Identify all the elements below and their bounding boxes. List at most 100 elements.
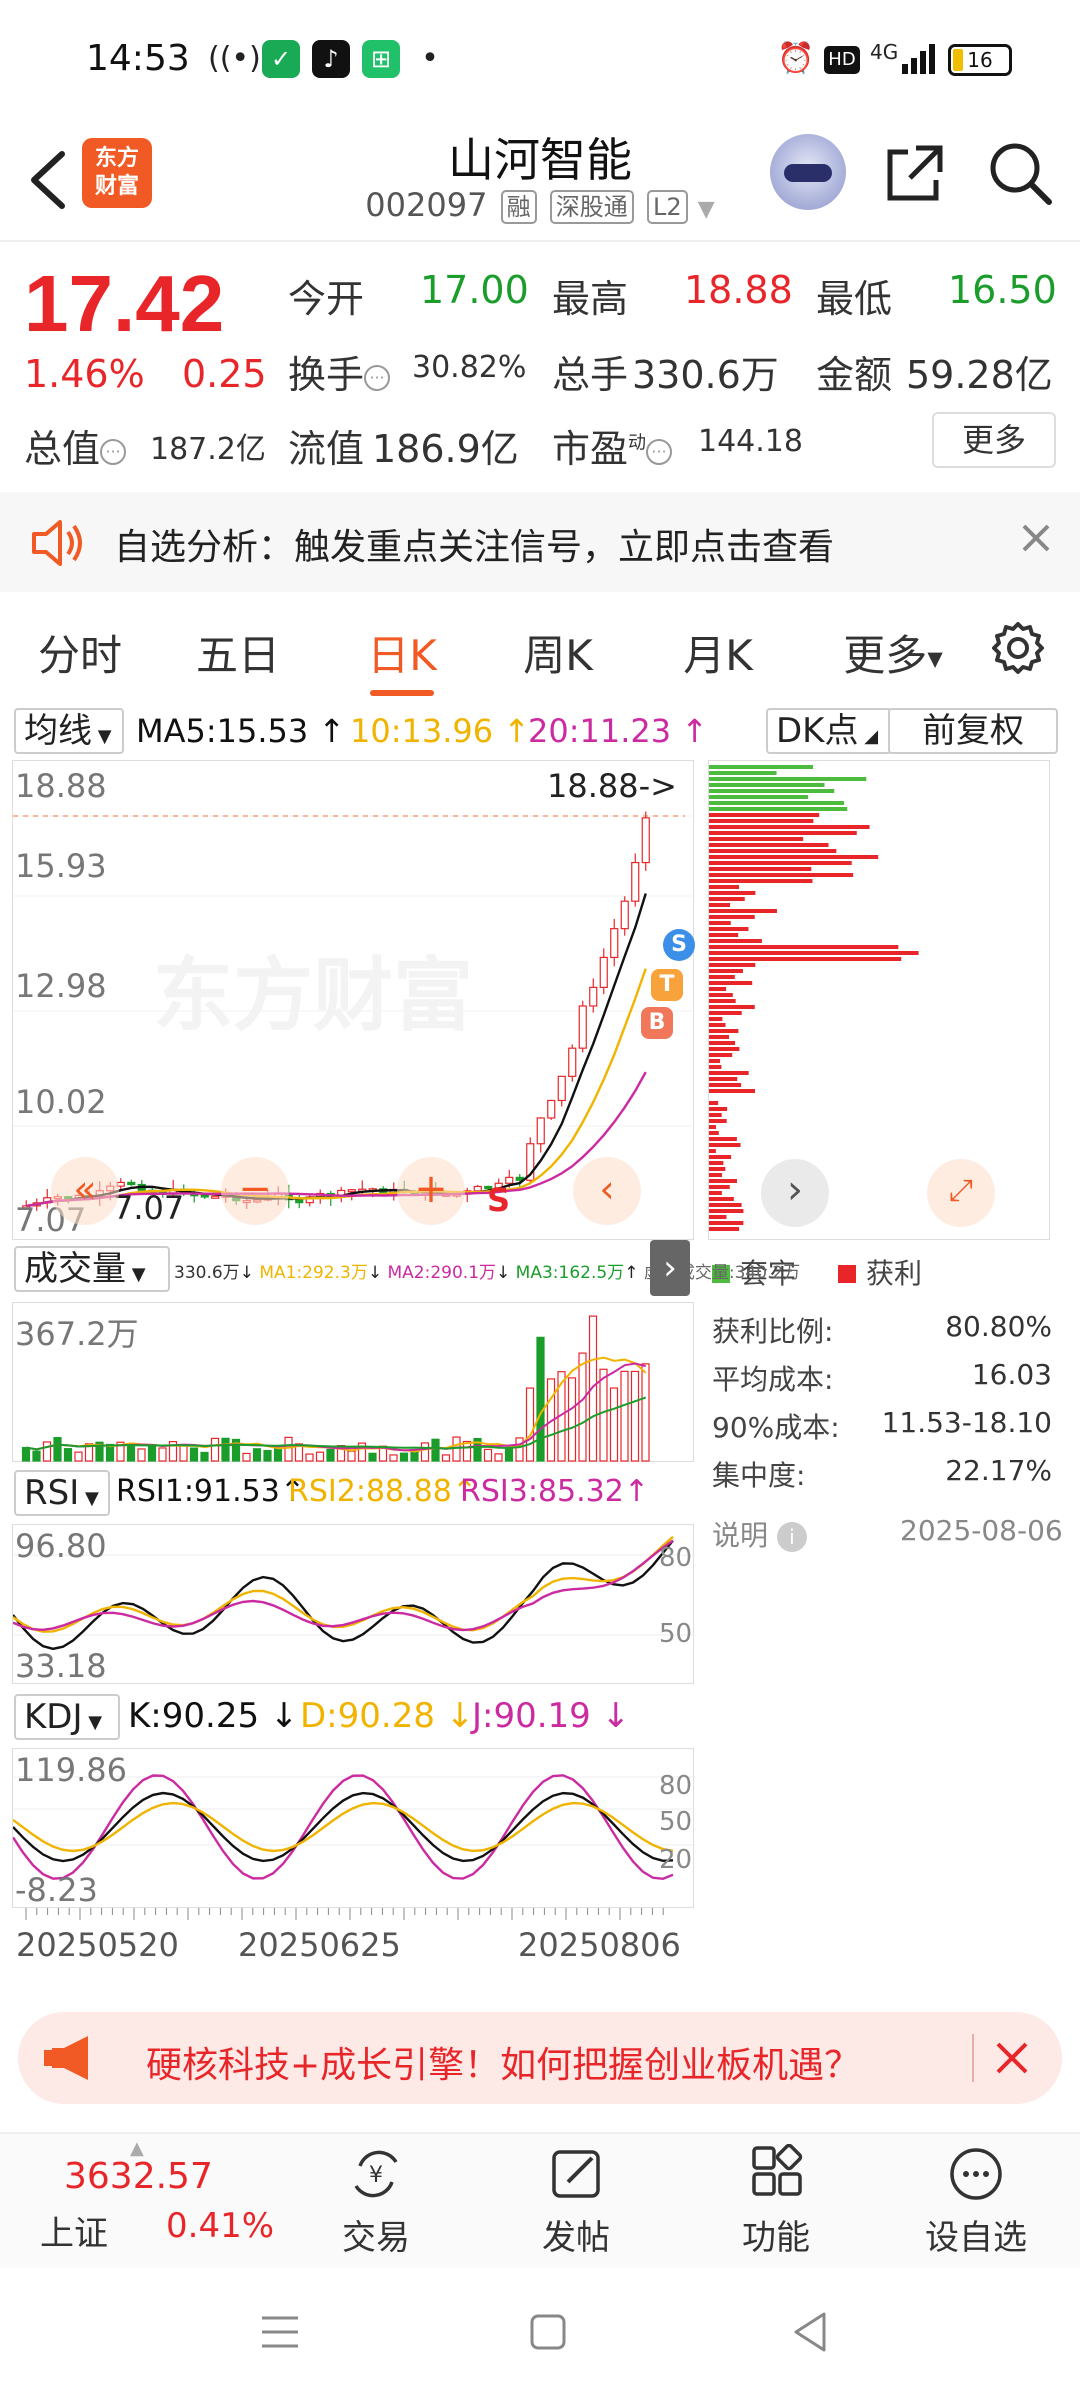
back-nav-icon[interactable] xyxy=(790,2310,830,2354)
trade-button[interactable]: ¥ 交易 xyxy=(306,2144,446,2259)
index-percent[interactable]: 0.41% xyxy=(166,2206,274,2246)
post-button[interactable]: 发帖 xyxy=(506,2144,646,2259)
candle-body xyxy=(295,1199,304,1204)
legend-profit: 获利 xyxy=(838,1252,922,1292)
chip-bar xyxy=(709,1005,755,1009)
zoom-in-icon[interactable]: + xyxy=(397,1157,465,1225)
index-value[interactable]: 3632.57 xyxy=(64,2156,213,2197)
watermark: 东方财富 xyxy=(153,949,473,1042)
info-icon: ··· xyxy=(646,438,673,465)
rsi2-line xyxy=(13,1535,674,1633)
dk-point-selector[interactable]: DK点 ◢ xyxy=(766,708,892,754)
volume-bar xyxy=(252,1448,262,1462)
volume-bar xyxy=(284,1436,293,1462)
hd-icon: HD xyxy=(824,46,860,74)
float-cap-value: 186.9亿 xyxy=(372,427,519,471)
stock-code-row[interactable]: 002097 融 深股通 L2 ▼ xyxy=(340,186,740,224)
gear-icon[interactable] xyxy=(990,620,1046,676)
home-icon[interactable] xyxy=(528,2312,568,2352)
chip-bar xyxy=(709,813,820,817)
note-link[interactable]: 说明 i xyxy=(712,1514,807,1554)
volume-bar xyxy=(32,1450,41,1462)
next-icon[interactable]: › xyxy=(761,1159,829,1227)
search-icon[interactable] xyxy=(985,138,1055,208)
volume-bar xyxy=(483,1448,493,1462)
more-button[interactable]: 更多 xyxy=(932,412,1056,468)
volume-selector[interactable]: 成交量 ▼ xyxy=(14,1246,170,1292)
kdj-level-50: 50 xyxy=(659,1807,693,1837)
rsi-selector[interactable]: RSI ▼ xyxy=(14,1470,110,1516)
dot-icon: • xyxy=(421,41,439,76)
rsi-level-80: 80 xyxy=(659,1543,693,1573)
volume-bar xyxy=(420,1442,430,1462)
signal-s-badge[interactable]: S xyxy=(663,929,695,961)
tab-intraday[interactable]: 分时 xyxy=(10,622,150,683)
close-icon[interactable] xyxy=(988,2034,1036,2082)
kline-chart[interactable]: 东方财富 18.88 15.93 12.98 10.02 7.07 18.88-… xyxy=(12,760,695,1240)
volume-bar xyxy=(368,1452,377,1462)
ma10-value: 10:13.96 ↑ xyxy=(350,712,531,750)
wireless-icon: ((•)) xyxy=(208,41,273,76)
chip-bar xyxy=(709,1071,749,1075)
x-label-2: 20250625 xyxy=(238,1926,401,1964)
kdj-level-20: 20 xyxy=(659,1845,693,1875)
ai-assistant-icon[interactable] xyxy=(770,134,846,210)
adjust-selector[interactable]: 前复权 xyxy=(888,708,1058,754)
chip-bar xyxy=(709,1137,737,1141)
profit-ratio-value: 80.80% xyxy=(945,1310,1052,1343)
functions-button[interactable]: 功能 xyxy=(706,2143,846,2259)
chip-bar xyxy=(709,765,814,769)
expand-icon[interactable]: ⤢ xyxy=(927,1159,995,1227)
kdj-selector[interactable]: KDJ ▼ xyxy=(14,1694,120,1740)
menu-icon[interactable] xyxy=(258,2312,302,2352)
index-name[interactable]: 上证 xyxy=(40,2206,108,2255)
chip-bar xyxy=(709,927,749,931)
info-icon: ··· xyxy=(100,438,127,465)
back-icon[interactable] xyxy=(20,140,80,220)
tab-weekly-k[interactable]: 周K xyxy=(488,622,628,683)
fast-back-icon[interactable]: « xyxy=(51,1157,119,1225)
ad-banner[interactable]: 硬核科技+成长引擎！如何把握创业板机遇？ xyxy=(18,2012,1062,2104)
candle-body xyxy=(347,1189,356,1193)
tag-connect: 深股通 xyxy=(549,190,634,224)
tab-more[interactable]: 更多▼ xyxy=(818,622,968,683)
chip-bar xyxy=(709,981,753,985)
add-watchlist-button[interactable]: 设自选 xyxy=(906,2144,1046,2259)
tag-level2: L2 xyxy=(646,190,688,224)
expand-panel-icon[interactable]: › xyxy=(650,1240,690,1296)
volume-bar xyxy=(315,1451,325,1462)
ma-selector[interactable]: 均线 ▼ xyxy=(14,708,124,754)
chip-bar xyxy=(709,1083,742,1087)
volume-bar xyxy=(525,1387,535,1462)
volume-bar xyxy=(452,1436,461,1462)
tab-monthly-k[interactable]: 月K xyxy=(648,622,788,683)
volume-bar xyxy=(441,1454,451,1462)
volume-bar xyxy=(399,1452,409,1462)
chip-bar xyxy=(709,807,848,811)
zoom-out-icon[interactable]: − xyxy=(221,1157,289,1225)
rsi1-line xyxy=(13,1539,674,1651)
volume-value: 330.6万 xyxy=(632,353,779,397)
dropdown-triangle-icon: ▼ xyxy=(79,1488,99,1509)
alert-banner[interactable]: 自选分析：触发重点关注信号，立即点击查看 xyxy=(0,492,1080,592)
grid-icon xyxy=(746,2143,806,2204)
signal-b-badge[interactable]: B xyxy=(641,1007,673,1039)
chip-bar xyxy=(709,1185,730,1189)
rsi3-value: RSI3:85.32↑ xyxy=(460,1474,649,1509)
prev-icon[interactable]: ‹ xyxy=(573,1157,641,1225)
volume-bar xyxy=(53,1437,62,1462)
high-value: 18.88 xyxy=(684,268,793,312)
share-icon[interactable] xyxy=(880,138,950,208)
y-label-4: 10.02 xyxy=(15,1083,107,1121)
rsi2-value: RSI2:88.88↑ xyxy=(288,1474,477,1509)
signal-t-badge[interactable]: T xyxy=(651,969,683,1001)
tab-daily-k[interactable]: 日K xyxy=(332,622,472,683)
tab-five-day[interactable]: 五日 xyxy=(168,622,308,683)
tag-margin: 融 xyxy=(500,190,537,224)
volume-chart: 367.2万 xyxy=(12,1302,694,1462)
chip-bar xyxy=(709,897,745,901)
volume-bar xyxy=(609,1387,619,1462)
volume-bar xyxy=(620,1370,629,1462)
chip-bar xyxy=(709,867,812,871)
close-icon[interactable] xyxy=(1012,514,1060,562)
